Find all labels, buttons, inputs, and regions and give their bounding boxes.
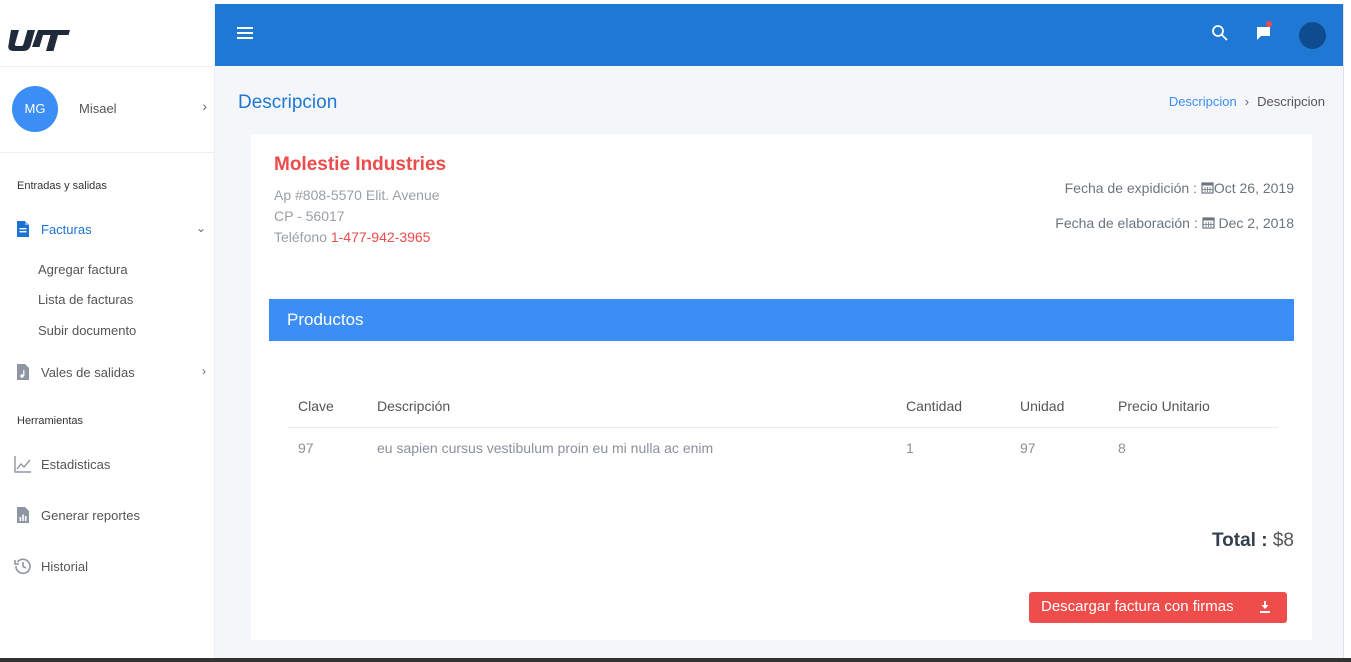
- file-audio-icon: [17, 364, 29, 380]
- fecha-elaboracion-value: Dec 2, 2018: [1214, 215, 1294, 231]
- window-bottom-edge: [0, 658, 1351, 662]
- invoice-total: Total : $8: [1212, 530, 1294, 552]
- company-name: Molestie Industries: [274, 154, 447, 175]
- sidebar-item-facturas[interactable]: Facturas ⌄: [14, 218, 206, 242]
- header-avatar[interactable]: [1299, 22, 1326, 49]
- hamburger-icon[interactable]: [237, 27, 253, 41]
- cell-clave: 97: [298, 440, 314, 456]
- user-name: Misael: [79, 101, 117, 116]
- fecha-elaboracion: Fecha de elaboración : Dec 2, 2018: [1055, 215, 1294, 231]
- cell-unidad: 97: [1020, 440, 1036, 456]
- fecha-expidicion: Fecha de expidición : Oct 26, 2019: [1065, 180, 1294, 196]
- page-title: Descripcion: [238, 92, 338, 113]
- fecha-expidicion-label: Fecha de expidición :: [1064, 180, 1197, 196]
- sidebar-item-vales[interactable]: Vales de salidas ›: [14, 361, 206, 385]
- sidebar-item-label: Facturas: [41, 222, 92, 237]
- company-address: Ap #808-5570 Elit. Avenue: [274, 187, 440, 203]
- report-icon: [17, 507, 29, 523]
- sidebar-item-label: Estadisticas: [41, 457, 111, 472]
- products-header-bar: Productos: [269, 299, 1294, 341]
- breadcrumb-link[interactable]: Descripcion: [1169, 94, 1237, 109]
- chevron-right-icon: ›: [202, 98, 207, 114]
- utt-logo[interactable]: [8, 26, 70, 52]
- calendar-icon: [1201, 182, 1214, 194]
- invoice-card: Molestie Industries Ap #808-5570 Elit. A…: [251, 134, 1312, 640]
- column-header-cantidad: Cantidad: [906, 398, 963, 414]
- calendar-icon: [1202, 217, 1215, 229]
- sidebar-subitem-lista-facturas[interactable]: Lista de facturas: [38, 292, 133, 307]
- section-title-herramientas: Herramientas: [17, 415, 84, 427]
- search-icon[interactable]: [1211, 24, 1229, 42]
- column-header-clave: Clave: [298, 398, 334, 414]
- cell-precio-unitario: 8: [1118, 440, 1126, 456]
- sidebar-item-label: Historial: [41, 559, 88, 574]
- chevron-right-icon: ›: [202, 364, 206, 378]
- chart-line-icon: [14, 456, 31, 473]
- download-icon: [1260, 601, 1270, 613]
- breadcrumb-separator-icon: ›: [1244, 94, 1250, 109]
- column-header-precio-unitario: Precio Unitario: [1118, 398, 1210, 414]
- table-divider: [288, 427, 1278, 428]
- logo-divider: [0, 66, 215, 67]
- total-value: $8: [1267, 530, 1294, 551]
- sidebar-item-estadisticas[interactable]: Estadisticas: [14, 453, 206, 477]
- section-title-entradas: Entradas y salidas: [17, 180, 107, 192]
- download-invoice-button[interactable]: Descargar factura con firmas: [1029, 592, 1287, 623]
- window-scroll-edge: [1343, 4, 1351, 662]
- sidebar-divider: [0, 152, 215, 153]
- sidebar-subitem-agregar-factura[interactable]: Agregar factura: [38, 262, 128, 277]
- document-icon: [17, 221, 29, 237]
- company-phone: 1-477-942-3965: [330, 229, 431, 245]
- cell-descripcion: eu sapien cursus vestibulum proin eu mi …: [377, 440, 714, 456]
- fecha-expidicion-value: Oct 26, 2019: [1213, 180, 1294, 196]
- column-header-descripcion: Descripción: [377, 398, 451, 414]
- fecha-elaboracion-label: Fecha de elaboración :: [1055, 215, 1198, 231]
- notification-dot: [1266, 21, 1272, 27]
- company-postal-code: CP - 56017: [274, 208, 345, 224]
- download-button-label: Descargar factura con firmas: [1041, 598, 1234, 615]
- sidebar-item-reportes[interactable]: Generar reportes: [14, 504, 206, 528]
- breadcrumb-current: Descripcion: [1257, 94, 1325, 109]
- sidebar-item-historial[interactable]: Historial: [14, 555, 206, 579]
- sidebar: MG Misael › Entradas y salidas Facturas …: [0, 4, 215, 662]
- history-icon: [14, 558, 31, 575]
- column-header-unidad: Unidad: [1020, 398, 1065, 414]
- sidebar-subitem-subir-documento[interactable]: Subir documento: [38, 323, 136, 338]
- chevron-down-icon: ⌄: [195, 221, 206, 235]
- breadcrumb: Descripcion › Descripcion: [1169, 94, 1325, 109]
- company-phone-row: Teléfono 1-477-942-3965: [274, 229, 430, 245]
- cell-cantidad: 1: [906, 440, 914, 456]
- user-profile[interactable]: MG Misael ›: [12, 86, 207, 134]
- top-header: [215, 4, 1343, 66]
- phone-label: Teléfono: [274, 229, 331, 245]
- sidebar-item-label: Generar reportes: [41, 508, 140, 523]
- total-label: Total :: [1211, 530, 1268, 551]
- products-title: Productos: [287, 310, 364, 329]
- avatar: MG: [12, 86, 58, 132]
- sidebar-item-label: Vales de salidas: [41, 365, 135, 380]
